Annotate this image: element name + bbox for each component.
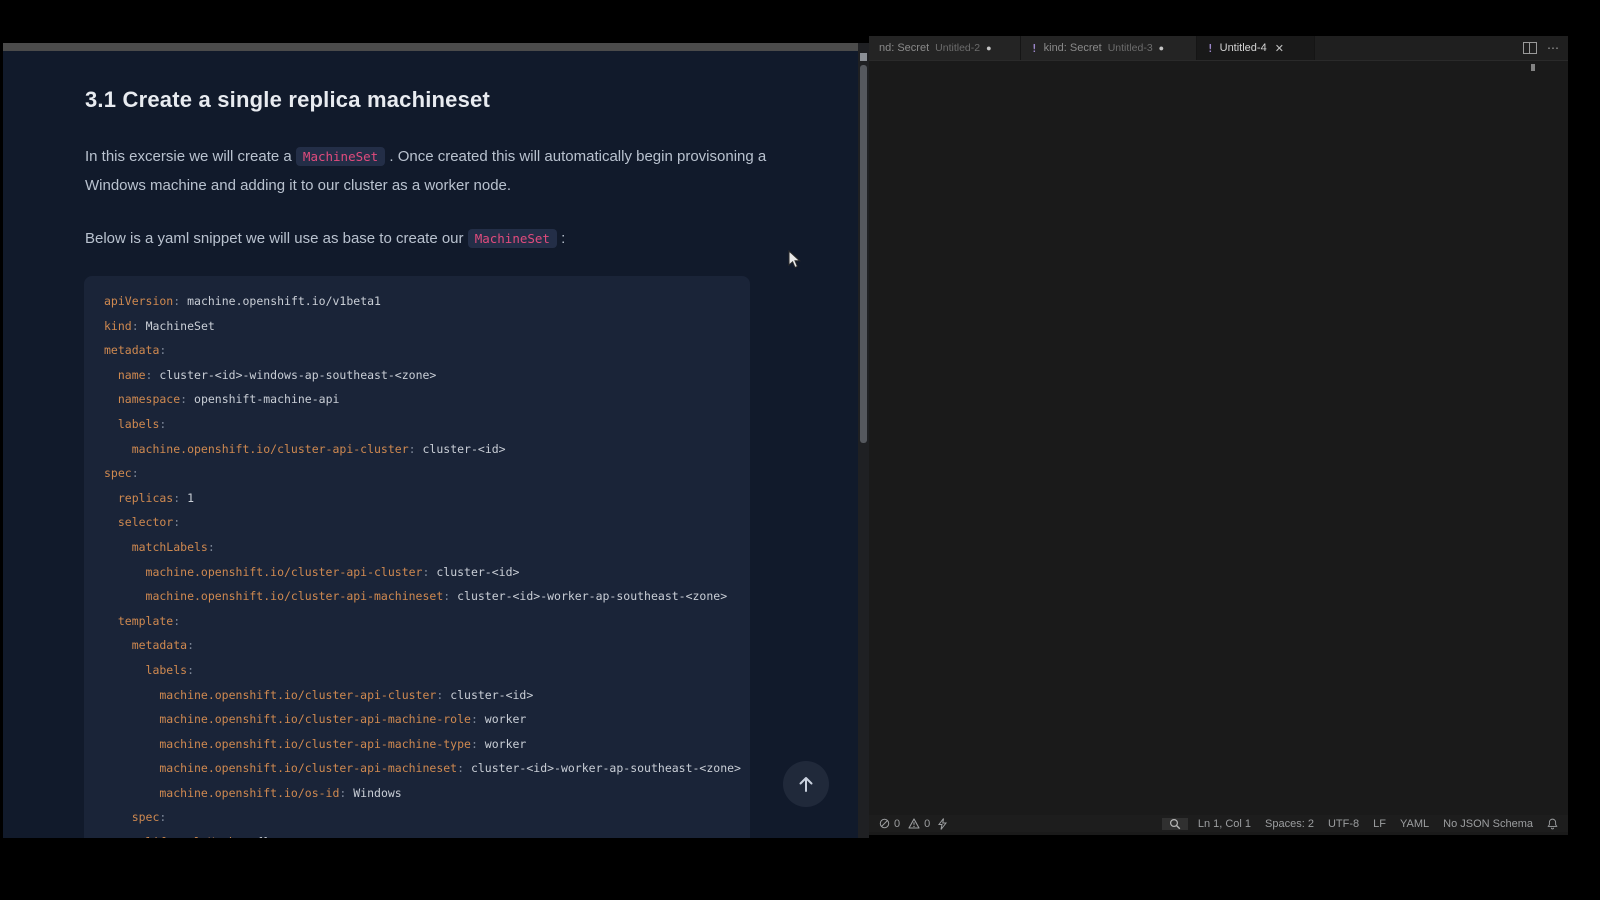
status-cursor-position[interactable]: Ln 1, Col 1 bbox=[1194, 818, 1255, 830]
window-top-strip bbox=[3, 43, 858, 51]
status-encoding[interactable]: UTF-8 bbox=[1324, 818, 1363, 830]
code-line: machine.openshift.io/cluster-api-cluster… bbox=[104, 683, 750, 708]
split-editor-icon[interactable] bbox=[1523, 42, 1537, 54]
page-title: 3.1 Create a single replica machineset bbox=[85, 87, 490, 113]
status-screencast-zoom[interactable] bbox=[1162, 818, 1188, 830]
doc-scrollbar[interactable] bbox=[858, 43, 869, 838]
close-icon[interactable]: ✕ bbox=[1275, 42, 1284, 55]
code-line: spec: bbox=[104, 805, 750, 830]
status-indentation[interactable]: Spaces: 2 bbox=[1261, 818, 1318, 830]
tab-strip: nd: Secret Untitled-2 ●! kind: Secret Untitl… bbox=[869, 36, 1568, 61]
code-line: machine.openshift.io/cluster-api-machine… bbox=[104, 584, 750, 609]
inline-code-machineset: MachineSet bbox=[468, 229, 557, 248]
code-line: machine.openshift.io/cluster-api-machine… bbox=[104, 756, 750, 781]
documentation-panel: 3.1 Create a single replica machineset I… bbox=[3, 43, 858, 838]
magnifier-icon bbox=[1169, 818, 1181, 830]
status-language-mode[interactable]: YAML bbox=[1396, 818, 1433, 830]
lightning-icon bbox=[938, 818, 947, 830]
tab-untitled-2[interactable]: nd: Secret Untitled-2 ● bbox=[869, 36, 1021, 60]
tab-title: nd: Secret bbox=[879, 42, 929, 54]
tab-title: kind: Secret bbox=[1044, 42, 1102, 54]
code-line: labels: bbox=[104, 412, 750, 437]
editor-area[interactable] bbox=[869, 61, 1568, 815]
tab-title: Untitled-4 bbox=[1220, 42, 1267, 54]
status-code-actions[interactable] bbox=[934, 818, 951, 830]
code-line: spec: bbox=[104, 461, 750, 486]
modified-dot-icon[interactable]: ● bbox=[1159, 43, 1164, 53]
code-line: lifecycleHooks: {} bbox=[104, 830, 750, 838]
yaml-file-icon: ! bbox=[1031, 42, 1038, 55]
editor-actions: ⋯ bbox=[1523, 36, 1560, 60]
yaml-code-block: apiVersion: machine.openshift.io/v1beta1… bbox=[84, 276, 750, 838]
code-line: selector: bbox=[104, 510, 750, 535]
status-count: 0 bbox=[894, 818, 900, 830]
intro-paragraph: In this excersie we will create a Machin… bbox=[85, 143, 777, 200]
more-actions-icon[interactable]: ⋯ bbox=[1547, 43, 1560, 53]
paragraph-text: In this excersie we will create a bbox=[85, 148, 296, 165]
code-line: apiVersion: machine.openshift.io/v1beta1 bbox=[104, 289, 750, 314]
status-right-group: Ln 1, Col 1 Spaces: 2 UTF-8 LF YAML No JSON S… bbox=[1162, 818, 1562, 830]
status-eol[interactable]: LF bbox=[1369, 818, 1390, 830]
modified-dot-icon[interactable]: ● bbox=[986, 43, 991, 53]
code-line: metadata: bbox=[104, 633, 750, 658]
status-left-group: 00 bbox=[875, 818, 951, 830]
code-line: labels: bbox=[104, 658, 750, 683]
vscode-editor-window: nd: Secret Untitled-2 ●! kind: Secret Untitl… bbox=[869, 36, 1568, 835]
snippet-paragraph: Below is a yaml snippet we will use as b… bbox=[85, 225, 777, 254]
status-json-schema[interactable]: No JSON Schema bbox=[1439, 818, 1537, 830]
tab-filename: Untitled-2 bbox=[935, 42, 980, 54]
paragraph-text: : bbox=[557, 230, 565, 247]
status-errors[interactable]: 0 bbox=[875, 818, 904, 830]
tab-untitled-3[interactable]: ! kind: Secret Untitled-3 ● bbox=[1021, 36, 1197, 60]
code-line: machine.openshift.io/cluster-api-machine… bbox=[104, 732, 750, 757]
up-arrow-icon bbox=[797, 774, 815, 794]
tab-filename: Untitled-3 bbox=[1108, 42, 1153, 54]
scroll-to-top-button[interactable] bbox=[783, 761, 829, 807]
code-line: machine.openshift.io/os-id: Windows bbox=[104, 781, 750, 806]
paragraph-text: Below is a yaml snippet we will use as b… bbox=[85, 230, 468, 247]
warning-triangle-icon bbox=[908, 818, 920, 829]
code-line: name: cluster-<id>-windows-ap-southeast-… bbox=[104, 363, 750, 388]
editor-scrollbar-marker bbox=[1531, 64, 1535, 71]
code-line: replicas: 1 bbox=[104, 486, 750, 511]
code-line: machine.openshift.io/cluster-api-machine… bbox=[104, 707, 750, 732]
error-circle-icon bbox=[879, 818, 890, 829]
code-line: metadata: bbox=[104, 338, 750, 363]
status-count: 0 bbox=[924, 818, 930, 830]
inline-code-machineset: MachineSet bbox=[296, 147, 385, 166]
scrollbar-thumb[interactable] bbox=[860, 65, 867, 443]
screen: 3.1 Create a single replica machineset I… bbox=[0, 0, 1600, 900]
scrollbar-up-button[interactable] bbox=[860, 53, 867, 61]
status-notifications[interactable] bbox=[1543, 818, 1562, 830]
code-line: machine.openshift.io/cluster-api-cluster… bbox=[104, 437, 750, 462]
code-line: matchLabels: bbox=[104, 535, 750, 560]
yaml-file-icon: ! bbox=[1207, 42, 1214, 55]
status-bar: 00 Ln 1, Col 1Spaces: 2UTF-8LFYAMLNo JSO… bbox=[869, 815, 1568, 832]
status-warnings[interactable]: 0 bbox=[904, 818, 934, 830]
code-line: template: bbox=[104, 609, 750, 634]
code-line: namespace: openshift-machine-api bbox=[104, 387, 750, 412]
bell-icon bbox=[1547, 818, 1558, 830]
code-line: kind: MachineSet bbox=[104, 314, 750, 339]
tab-untitled-4[interactable]: ! Untitled-4 ✕ bbox=[1197, 36, 1315, 60]
code-line: machine.openshift.io/cluster-api-cluster… bbox=[104, 560, 750, 585]
